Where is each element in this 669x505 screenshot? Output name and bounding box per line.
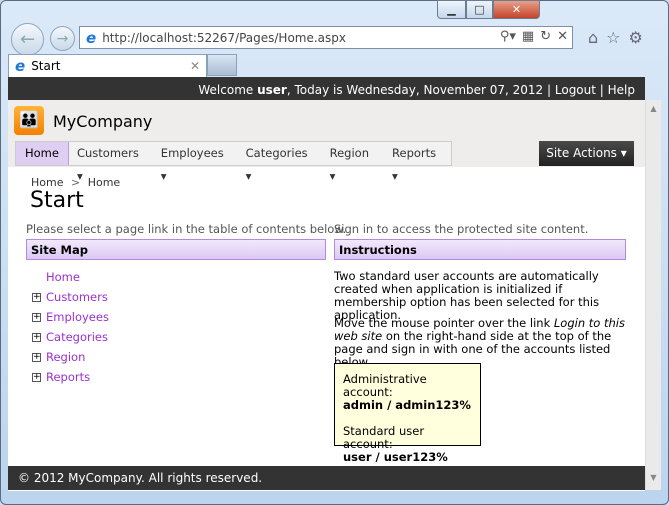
url-text: http://localhost:52267/Pages/Home.aspx <box>102 30 346 45</box>
browser-tab[interactable]: e Start ✕ <box>8 54 207 77</box>
sitemap-link[interactable]: Employees <box>46 310 109 324</box>
sitemap-item-reports[interactable]: + Reports <box>32 370 90 384</box>
forward-button[interactable]: → <box>50 26 75 51</box>
search-icon[interactable]: ⚲▾ <box>500 29 516 44</box>
menu-region[interactable]: Region ▾ <box>322 142 384 183</box>
logout-link[interactable]: Logout <box>555 83 596 97</box>
expand-icon[interactable]: + <box>32 292 41 302</box>
sitemap-item-employees[interactable]: + Employees <box>32 310 109 324</box>
close-window-button[interactable]: ✕ <box>493 0 540 19</box>
accounts-box: Administrative account: admin / admin123… <box>334 363 481 464</box>
expand-icon[interactable]: + <box>32 332 41 342</box>
help-link[interactable]: Help <box>608 83 635 97</box>
minimize-button[interactable]: ▁ <box>437 0 466 19</box>
separator: | <box>595 83 608 97</box>
expand-icon[interactable]: + <box>32 352 41 362</box>
refresh-icon[interactable]: ↻ <box>540 29 551 44</box>
expand-icon[interactable]: + <box>32 312 41 322</box>
tools-gear-icon[interactable]: ⚙ <box>629 28 643 47</box>
footer: © 2012 MyCompany. All rights reserved. <box>8 466 645 490</box>
close-tab-icon[interactable]: ✕ <box>190 59 200 73</box>
main-menu: Home Customers ▾ Employees ▾ Categories … <box>15 141 452 183</box>
site-map-header: Site Map <box>26 239 326 260</box>
menu-categories[interactable]: Categories ▾ <box>238 142 322 183</box>
admin-credentials: admin / admin123% <box>343 398 471 412</box>
company-logo-icon[interactable]: 👪 <box>14 106 44 135</box>
user-name: user <box>257 83 287 97</box>
vertical-scrollbar[interactable]: ▲ ▼ <box>645 100 661 490</box>
tab-title: Start <box>31 59 61 73</box>
separator: | <box>543 83 555 97</box>
sitemap-link[interactable]: Home <box>46 270 80 284</box>
instructions-header: Instructions <box>334 239 626 260</box>
instructions-description: Sign in to access the protected site con… <box>334 222 589 236</box>
sitemap-item-region[interactable]: + Region <box>32 350 85 364</box>
user-account-label: Standard user account: <box>343 424 425 451</box>
sitemap-item-home[interactable]: Home <box>46 270 80 284</box>
sitemap-item-customers[interactable]: + Customers <box>32 290 108 304</box>
site-actions-button[interactable]: Site Actions ▾ <box>539 141 634 166</box>
top-bar: Welcome user, Today is Wednesday, Novemb… <box>8 77 645 100</box>
ie-logo-icon: e <box>86 28 97 47</box>
menu-home[interactable]: Home <box>16 142 69 165</box>
instructions-paragraph-1: Two standard user accounts are automatic… <box>334 269 600 322</box>
site-map-description: Please select a page link in the table o… <box>26 222 347 236</box>
stop-icon[interactable]: ✕ <box>557 29 568 44</box>
address-bar[interactable]: e http://localhost:52267/Pages/Home.aspx… <box>79 26 573 49</box>
favorites-star-icon[interactable]: ☆ <box>606 28 620 47</box>
ie-tab-icon: e <box>15 57 26 75</box>
sitemap-link[interactable]: Customers <box>46 290 108 304</box>
new-tab-button[interactable] <box>207 54 237 76</box>
compat-view-icon[interactable]: ▦ <box>522 29 534 44</box>
sitemap-link[interactable]: Categories <box>46 330 108 344</box>
company-name[interactable]: MyCompany <box>53 112 152 131</box>
sitemap-link[interactable]: Region <box>46 350 85 364</box>
expand-icon[interactable]: + <box>32 372 41 382</box>
date-text: , Today is Wednesday, November 07, 2012 <box>286 83 544 97</box>
user-credentials: user / user123% <box>343 450 448 464</box>
page-title: Start <box>30 188 84 213</box>
menu-reports[interactable]: Reports ▾ <box>384 142 451 183</box>
menu-customers[interactable]: Customers ▾ <box>69 142 153 183</box>
sitemap-item-categories[interactable]: + Categories <box>32 330 108 344</box>
admin-account-label: Administrative account: <box>343 372 427 399</box>
back-button[interactable]: ← <box>11 23 44 56</box>
maximize-button[interactable]: □ <box>466 0 493 19</box>
text: Move the mouse pointer over the link <box>334 316 554 330</box>
menu-employees[interactable]: Employees ▾ <box>153 142 238 183</box>
home-icon[interactable]: ⌂ <box>588 28 598 47</box>
welcome-text: Welcome <box>198 83 258 97</box>
sitemap-link[interactable]: Reports <box>46 370 90 384</box>
instructions-paragraph-2: Move the mouse pointer over the link Log… <box>334 317 629 369</box>
breadcrumb-current: Home <box>87 176 121 189</box>
window-controls: ▁ □ ✕ <box>437 0 540 20</box>
